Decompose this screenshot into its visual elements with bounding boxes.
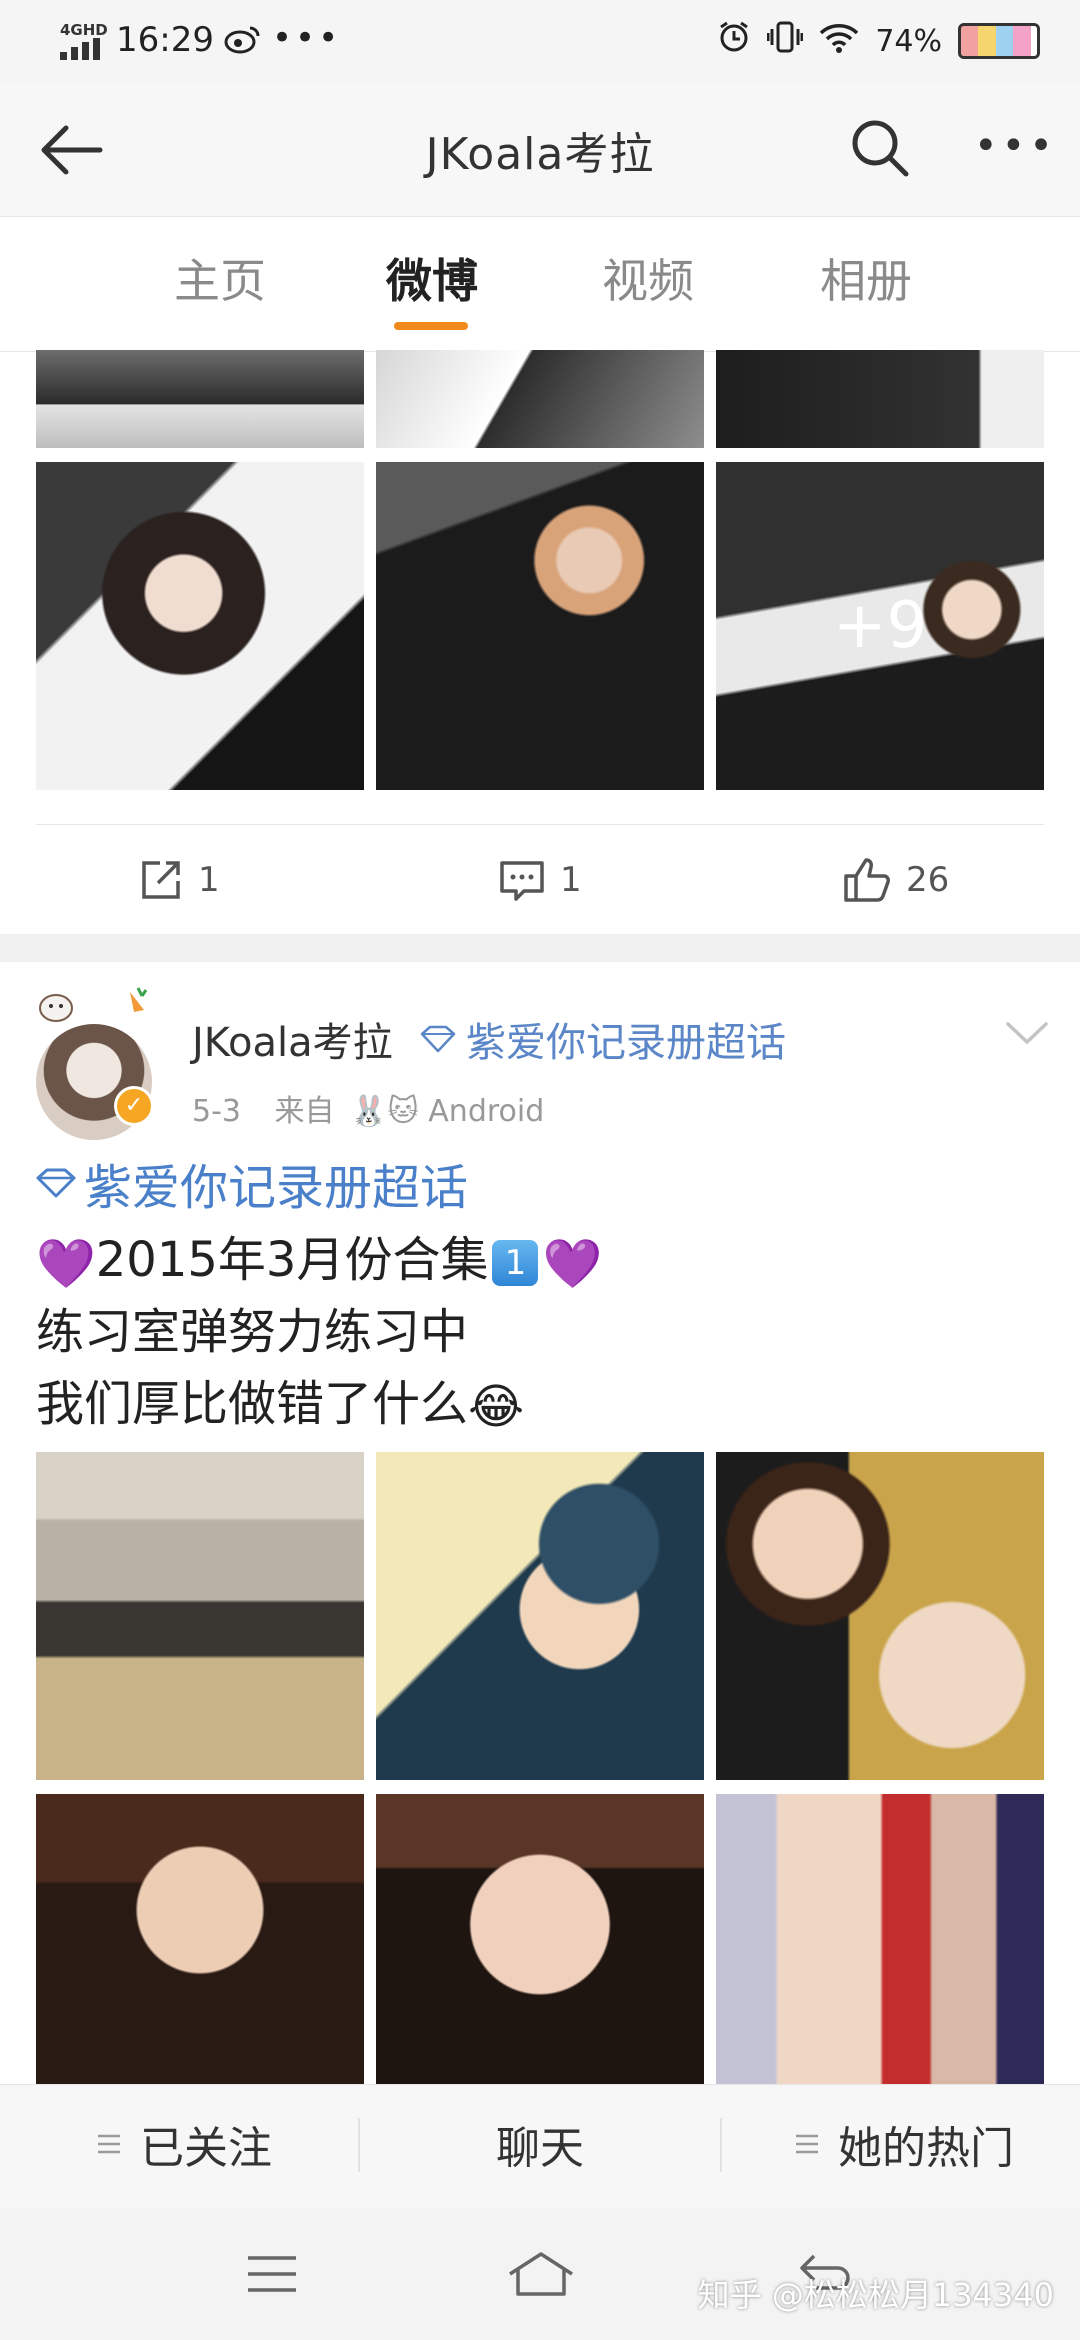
more-photos-count: +9	[832, 589, 928, 663]
like-count: 26	[906, 860, 950, 900]
avatar-decoration	[34, 984, 154, 1024]
post-photo[interactable]	[376, 350, 704, 448]
post-photo[interactable]	[716, 1794, 1044, 2084]
post-photo[interactable]	[36, 1794, 364, 2084]
tab-weibo[interactable]: 微博	[386, 245, 478, 311]
post-photo[interactable]	[376, 1794, 704, 2084]
status-time: 16:29	[116, 20, 214, 60]
post-photo[interactable]	[376, 462, 704, 790]
following-button[interactable]: 已关注	[96, 2112, 272, 2176]
post-source: Android	[428, 1094, 545, 1129]
profile-tabs	[0, 216, 1080, 352]
diamond-icon	[36, 1168, 76, 1198]
post-topic-text: 紫爱你记录册超话	[84, 1160, 469, 1216]
like-button[interactable]: 26	[842, 852, 949, 908]
keycap-one-icon: 1	[492, 1240, 539, 1286]
watermark: 知乎 @松松松月134340	[697, 2276, 1054, 2314]
divider	[36, 824, 1044, 825]
verified-badge-icon: ✓	[114, 1086, 154, 1126]
post-photo[interactable]	[36, 350, 364, 448]
home-button[interactable]	[506, 2250, 576, 2302]
divider	[720, 2118, 722, 2172]
post-photo[interactable]	[36, 1452, 364, 1780]
supertopic-link[interactable]: 紫爱你记录册超话	[420, 1010, 786, 1068]
post-username[interactable]: JKoala考拉	[192, 1010, 393, 1068]
page-title: JKoala考拉	[425, 129, 655, 180]
thumbs-up-icon	[844, 858, 890, 902]
post-photo[interactable]	[716, 350, 1044, 448]
post-separator	[0, 934, 1080, 962]
post-text-line-3: 我们厚比做错了什么😂	[36, 1364, 524, 1435]
vibrate-icon	[766, 20, 804, 62]
post-text: 2015年3月份合集	[95, 1232, 489, 1288]
rabbit-icon: 🐰	[350, 1094, 388, 1129]
following-label: 已关注	[140, 2123, 272, 2174]
post-text: 我们厚比做错了什么	[36, 1376, 469, 1432]
cat-icon: 🐱	[387, 1094, 419, 1129]
post-text-line-1: 💜2015年3月份合集 1 💜	[36, 1220, 602, 1292]
post-topic-link[interactable]: 紫爱你记录册超话	[36, 1148, 468, 1218]
repost-count: 1	[198, 860, 220, 900]
purple-heart-icon: 💜	[542, 1235, 603, 1292]
post-meta: 5-3 来自 🐰🐱 Android	[192, 1086, 544, 1130]
search-icon	[852, 120, 909, 177]
source-prefix: 来自	[274, 1094, 335, 1129]
divider	[358, 2118, 360, 2172]
post-photo[interactable]	[36, 462, 364, 790]
battery-icon	[958, 23, 1040, 59]
more-button[interactable]: •••	[974, 126, 1053, 172]
comment-icon	[500, 861, 544, 901]
chat-label: 聊天	[496, 2123, 584, 2174]
status-right: 74%	[717, 20, 1040, 62]
repost-icon	[142, 861, 180, 899]
post-photo[interactable]	[716, 1452, 1044, 1780]
search-button[interactable]	[848, 116, 912, 180]
tab-album[interactable]: 相册	[820, 245, 912, 311]
post-menu-button[interactable]	[1004, 1018, 1050, 1048]
tab-video[interactable]: 视频	[602, 245, 694, 311]
status-more-icon: •••	[272, 18, 342, 58]
home-icon	[509, 2252, 573, 2296]
chevron-down-icon	[1006, 1022, 1048, 1045]
purple-heart-icon: 💜	[36, 1235, 96, 1292]
signal-icon	[60, 38, 104, 60]
comment-button[interactable]: 1	[498, 852, 582, 908]
network-indicator: 4GHD	[60, 21, 108, 39]
menu-lines-icon	[98, 2134, 120, 2154]
post-photo[interactable]	[376, 1452, 704, 1780]
diamond-icon	[420, 1025, 456, 1053]
comment-count: 1	[560, 860, 582, 900]
active-tab-indicator	[394, 322, 468, 330]
menu-lines-icon	[796, 2134, 818, 2154]
alarm-icon	[717, 20, 751, 62]
wifi-icon	[819, 21, 859, 61]
recent-apps-button[interactable]	[246, 2254, 298, 2298]
laughing-crying-icon: 😂	[468, 1379, 525, 1435]
her-hot-label: 她的热门	[838, 2123, 1014, 2174]
weibo-icon	[224, 24, 260, 62]
post-date: 5-3	[192, 1094, 241, 1129]
post-photo[interactable]: +9	[716, 462, 1044, 790]
battery-percent: 74%	[875, 23, 942, 59]
her-hot-button[interactable]: 她的热门	[794, 2112, 1014, 2176]
post-text-line-2: 练习室弹努力练习中	[36, 1304, 469, 1360]
menu-icon	[248, 2256, 296, 2292]
supertopic-name: 紫爱你记录册超话	[466, 1020, 786, 1066]
repost-button[interactable]: 1	[138, 852, 220, 908]
tab-home[interactable]: 主页	[174, 245, 266, 311]
chat-button[interactable]: 聊天	[496, 2112, 584, 2176]
